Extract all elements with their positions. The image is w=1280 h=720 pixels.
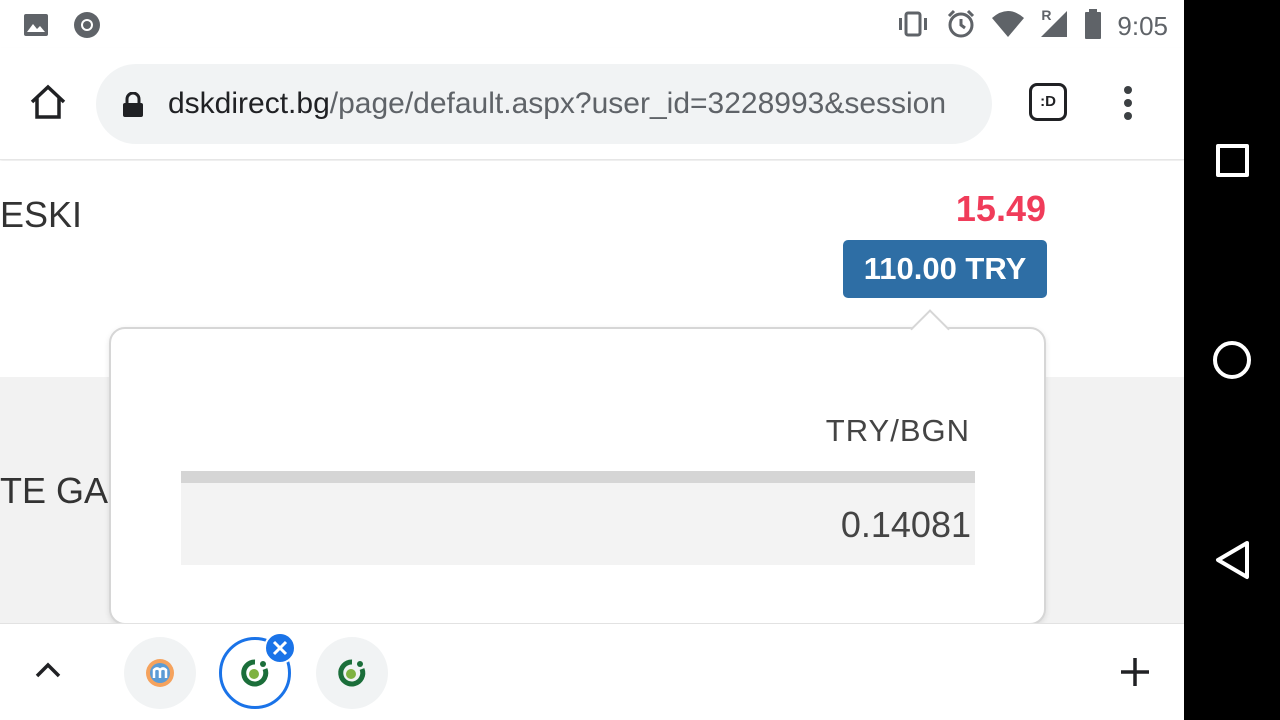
new-tab-button[interactable] (1118, 655, 1152, 689)
popover-arrow (910, 309, 950, 349)
exchange-rate-popover: TRY/BGN 0.14081 (109, 309, 1046, 625)
web-page-content: ESKI 15.49 110.00 TRY TE GALA TRY/BGN 0.… (0, 161, 1184, 625)
lock-icon[interactable] (122, 91, 144, 118)
image-icon (22, 11, 50, 44)
alarm-icon (945, 8, 977, 45)
home-icon (30, 84, 66, 119)
home-button[interactable] (28, 82, 68, 122)
url-path: /page/default.aspx?user_id=3228993&sessi… (329, 87, 947, 120)
vibrate-icon (895, 10, 931, 43)
wifi-icon (991, 10, 1025, 43)
tab-switcher-button[interactable]: :D (1029, 83, 1067, 121)
chrome-icon (72, 10, 102, 45)
chevron-up-icon[interactable] (34, 660, 62, 680)
original-amount-badge[interactable]: 110.00 TRY (843, 240, 1047, 298)
dsk-logo-icon (338, 659, 366, 687)
battery-icon (1083, 8, 1103, 45)
browser-toolbar: dskdirect.bg/page/default.aspx?user_id=3… (0, 48, 1184, 160)
back-triangle-icon (1216, 541, 1249, 579)
phone-screen: R 9:05 dskdirect.bg/page/default.aspx?us… (0, 0, 1184, 720)
status-bar: R 9:05 (0, 0, 1184, 48)
currency-pair-header: TRY/BGN (825, 413, 970, 448)
url-host: dskdirect.bg (168, 87, 330, 120)
close-tab-button[interactable] (264, 632, 296, 664)
tab-favicon-dsk[interactable] (316, 637, 388, 709)
nav-home-button[interactable] (1213, 341, 1251, 379)
address-bar[interactable]: dskdirect.bg/page/default.aspx?user_id=3… (96, 64, 992, 144)
signal-roaming-icon: R (1039, 7, 1069, 44)
transaction-amount-bgn: 15.49 (955, 188, 1046, 229)
table-divider (181, 471, 975, 483)
menu-dot (1124, 99, 1132, 107)
menu-dot (1124, 112, 1132, 120)
url-text[interactable]: dskdirect.bg/page/default.aspx?user_id=3… (168, 86, 974, 122)
plus-icon (1121, 658, 1149, 686)
bottom-tab-strip (0, 623, 1184, 720)
recents-button[interactable] (1216, 144, 1249, 177)
menu-dot (1124, 86, 1132, 94)
roaming-label: R (1041, 7, 1052, 23)
tab-favicon-m[interactable] (124, 637, 196, 709)
transaction-merchant: ESKI (0, 194, 83, 235)
rate-cell: 0.14081 (181, 483, 975, 565)
close-icon (272, 640, 288, 656)
exchange-rate-value: 0.14081 (840, 504, 971, 545)
back-button[interactable] (1213, 540, 1253, 580)
overflow-menu-button[interactable] (1118, 86, 1138, 122)
m-logo-icon (146, 659, 174, 687)
status-clock: 9:05 (1117, 11, 1168, 41)
